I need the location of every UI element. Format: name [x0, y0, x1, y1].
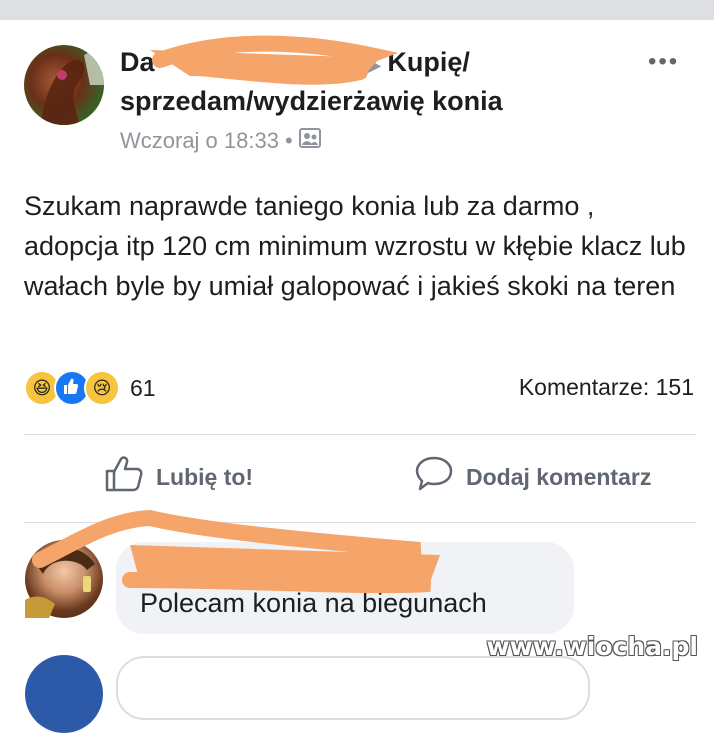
divider	[24, 434, 696, 435]
author-name[interactable]: Da	[120, 47, 155, 77]
post-header-title: Da ▶ Kupię/ sprzedam/wydzierżawię konia	[120, 44, 590, 119]
comment-button-label: Dodaj komentarz	[466, 463, 652, 490]
group-name[interactable]: Kupię/ sprzedam/wydzierżawię konia	[120, 47, 503, 116]
like-button[interactable]: Lubię to!	[104, 455, 253, 499]
reactions-summary[interactable]: 😆 😢 61	[24, 370, 156, 406]
speech-bubble-icon	[414, 455, 454, 499]
post-body-text: Szukam naprawde taniego konia lub za dar…	[24, 191, 686, 301]
audience-group-icon	[298, 128, 321, 154]
thumbs-up-icon	[104, 455, 144, 499]
comment-text: Polecam konia na biegunach	[140, 588, 487, 618]
second-commenter-avatar[interactable]	[25, 655, 103, 733]
comments-count[interactable]: Komentarze: 151	[519, 374, 694, 401]
sad-reaction-icon: 😢	[84, 370, 120, 406]
watermark: www.wiocha.pl	[486, 632, 698, 661]
like-button-label: Lubię to!	[156, 463, 254, 490]
top-status-bar	[0, 0, 714, 20]
second-comment-bubble	[116, 656, 590, 720]
comment-button[interactable]: Dodaj komentarz	[414, 455, 651, 499]
divider	[24, 522, 696, 523]
reaction-count[interactable]: 61	[130, 375, 156, 402]
more-options-icon[interactable]: •••	[648, 48, 679, 76]
author-avatar[interactable]	[24, 45, 104, 125]
commenter-avatar[interactable]	[25, 540, 103, 618]
post-meta: Wczoraj o 18:33 •	[120, 128, 321, 154]
post-timestamp[interactable]: Wczoraj o 18:33	[120, 128, 279, 154]
arrow-right-icon: ▶	[367, 55, 382, 75]
meta-separator: •	[284, 128, 293, 153]
